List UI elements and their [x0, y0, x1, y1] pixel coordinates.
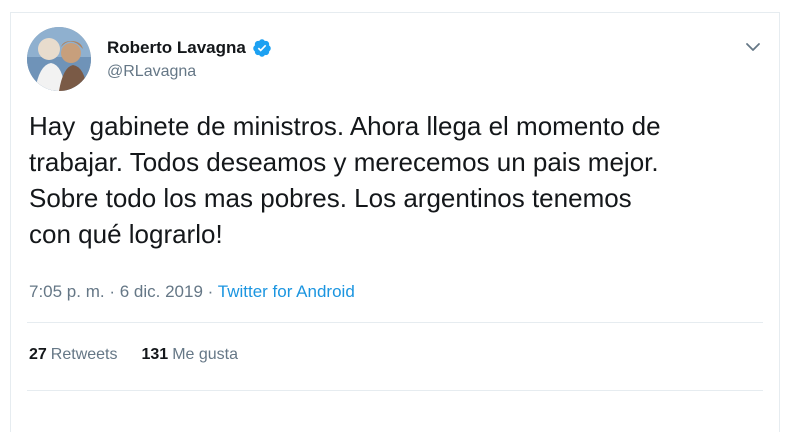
retweets-count: 27 [29, 346, 47, 363]
author-names: Roberto Lavagna @RLavagna [107, 37, 272, 81]
tweet-time[interactable]: 7:05 p. m. [29, 282, 105, 301]
likes-count: 131 [141, 346, 169, 363]
divider [27, 322, 763, 323]
display-name-row: Roberto Lavagna [107, 37, 272, 59]
retweets-stat[interactable]: 27 Retweets [29, 346, 118, 364]
divider [27, 390, 763, 391]
verified-badge-icon [252, 38, 272, 58]
likes-label: Me gusta [172, 346, 239, 363]
tweet-text: Hay gabinete de ministros. Ahora llega e… [29, 111, 661, 249]
meta-separator: · [207, 282, 214, 301]
tweet-date[interactable]: 6 dic. 2019 [120, 282, 203, 301]
tweet-source-link[interactable]: Twitter for Android [218, 282, 355, 301]
tweet-header: Roberto Lavagna @RLavagna [27, 27, 763, 91]
author-handle[interactable]: @RLavagna [107, 63, 272, 81]
likes-stat[interactable]: 131 Me gusta [142, 346, 239, 364]
retweets-label: Retweets [50, 346, 118, 363]
meta-separator: · [109, 282, 116, 301]
chevron-down-icon[interactable] [743, 37, 763, 57]
avatar-image [27, 27, 91, 91]
tweet-stats: 27 Retweets 131 Me gusta [29, 346, 238, 364]
tweet-timestamp-row: 7:05 p. m. · 6 dic. 2019 · Twitter for A… [29, 282, 355, 302]
tweet-card: Roberto Lavagna @RLavagna Hay gabinete d… [10, 12, 780, 432]
avatar[interactable] [27, 27, 91, 91]
author-display-name[interactable]: Roberto Lavagna [107, 38, 246, 58]
